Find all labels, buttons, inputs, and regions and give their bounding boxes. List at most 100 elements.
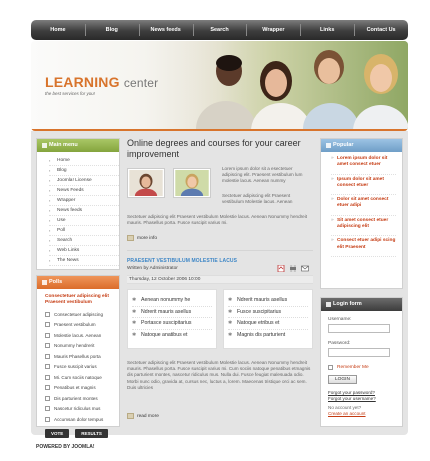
menu-item-web-links[interactable]: Web Links — [49, 246, 119, 256]
menu-item-use[interactable]: Use — [49, 216, 119, 226]
forgot-username-link[interactable]: Forgot your username? — [328, 396, 395, 402]
poll-checkbox[interactable] — [45, 311, 50, 317]
password-label: Password: — [328, 341, 351, 346]
divider — [127, 250, 313, 251]
create-account-link[interactable]: Create an account — [328, 411, 395, 417]
star-icon: ✱ — [228, 297, 233, 304]
poll-option-label: Praesent vestibulum — [54, 322, 96, 328]
login-button[interactable]: LOGIN — [328, 375, 357, 384]
results-button[interactable]: RESULTS — [75, 428, 108, 438]
poll-option[interactable]: Nonummy hendrerit — [37, 341, 119, 352]
pdf-icon[interactable] — [277, 265, 285, 272]
menu-item-news-feeds-2[interactable]: News feeds — [49, 206, 119, 216]
poll-option[interactable]: Mauris Phasellus porta — [37, 351, 119, 362]
print-icon[interactable] — [289, 265, 297, 272]
login-title: Login form — [321, 298, 402, 311]
feature-label: Magnis dis parturient — [237, 332, 286, 339]
site-logo[interactable]: LEARNING center the best services for yo… — [45, 74, 158, 96]
book-icon — [127, 413, 134, 419]
poll-checkbox[interactable] — [45, 364, 50, 370]
polls-box: Polls Consectetuer adipiscing elit Praes… — [36, 275, 120, 438]
feature-item: ✱ Fusce suscipitarius — [228, 307, 308, 318]
poll-option[interactable]: Praesent vestibulum — [37, 320, 119, 331]
poll-question: Consectetuer adipiscing elit Praesent ve… — [45, 294, 109, 305]
intro-image-1 — [127, 168, 165, 204]
poll-option-label: Mauris Phasellus porta — [54, 353, 101, 359]
page-headline: Online degrees and courses for your care… — [127, 138, 301, 159]
nav-search[interactable]: Search — [192, 20, 247, 40]
menu-item-wrapper[interactable]: Wrapper — [49, 196, 119, 206]
nav-news-feeds[interactable]: News feeds — [138, 20, 193, 40]
poll-option-label: Nascetur ridiculus mus — [54, 406, 101, 412]
star-icon: ✱ — [228, 332, 233, 339]
feature-item: ✱ Ndrerit mauris asellus — [132, 307, 212, 318]
remember-label: Remember Me — [337, 365, 369, 370]
intro-paragraph: Sectetuer adipiscing elit Praesent vesti… — [127, 214, 308, 226]
read-more-link[interactable]: read more — [127, 413, 159, 419]
popular-box: Popular Lorem ipsum dolor sit amet conse… — [320, 138, 403, 289]
poll-checkbox[interactable] — [45, 353, 50, 359]
more-info-link[interactable]: more info — [127, 235, 157, 241]
poll-checkbox[interactable] — [45, 343, 50, 349]
login-box: Login form Username: Password: Remember … — [320, 297, 403, 427]
star-icon: ✱ — [132, 332, 137, 339]
star-icon: ✱ — [228, 320, 233, 327]
popular-item[interactable]: Ipsum dolor sit amet consect etuer — [331, 177, 396, 196]
feature-item: ✱ Natoque etribus et — [228, 318, 308, 330]
more-info-label: more info — [137, 235, 157, 241]
feature-lists: ✱ Aenean nonummy he ✱ Ndrerit mauris asell… — [127, 289, 313, 349]
popular-item[interactable]: Dolor sit amet consect etuer adipi — [331, 197, 396, 216]
poll-option[interactable]: Fusce suscipit varius — [37, 362, 119, 373]
poll-option-label: Fusce suscipit varius — [54, 364, 97, 370]
nav-links[interactable]: Links — [300, 20, 354, 40]
menu-item-news-feeds[interactable]: News Feeds — [49, 186, 119, 196]
intro-text-2: Sectetuer adipiscing elit Praesent vesti… — [222, 193, 293, 205]
popular-item[interactable]: Lorem ipsum dolor sit amet consect etuer — [331, 156, 396, 175]
nav-wrapper[interactable]: Wrapper — [246, 20, 300, 40]
password-input[interactable] — [328, 348, 390, 357]
email-icon[interactable] — [301, 265, 309, 272]
poll-option[interactable]: Mi. Cum sociis natoque — [37, 372, 119, 383]
poll-checkbox[interactable] — [45, 374, 50, 380]
article-title[interactable]: PRAESENT VESTIBULUM MOLESTIE LACUS — [127, 258, 237, 264]
poll-option[interactable]: Accumsan dolor tempus — [37, 414, 119, 425]
poll-option[interactable]: Penatibus et magnis — [37, 383, 119, 394]
article-tools — [273, 265, 309, 272]
username-label: Username: — [328, 317, 352, 322]
article-date: Thursday, 12 October 2006 10:00 — [127, 275, 313, 284]
username-input[interactable] — [328, 324, 390, 333]
poll-option[interactable]: Dis parturient montes — [37, 393, 119, 404]
poll-checkbox[interactable] — [45, 395, 50, 401]
feature-item: ✱ Natoque anatibus et — [132, 330, 212, 342]
intro-image-2 — [173, 168, 211, 204]
menu-item-poll[interactable]: Poll — [49, 226, 119, 236]
feature-label: Aenean nonummy he — [141, 297, 191, 304]
nav-blog[interactable]: Blog — [84, 20, 139, 40]
vote-button[interactable]: VOTE — [45, 428, 70, 438]
poll-checkbox[interactable] — [45, 332, 50, 338]
poll-option[interactable]: Consectetuer adipiscing — [37, 309, 119, 320]
menu-item-license[interactable]: Joomla! License — [49, 176, 119, 186]
footer-credit[interactable]: POWERED BY JOOMLA! — [36, 444, 95, 450]
nav-contact-us[interactable]: Contact Us — [354, 20, 408, 40]
feature-label: Fusce suscipitarius — [237, 308, 282, 315]
poll-option[interactable]: Molestie lacus. Aenean — [37, 330, 119, 341]
popular-item[interactable]: Consect etuer adipi scing elit Praesent — [331, 238, 396, 257]
remember-checkbox[interactable] — [328, 365, 333, 370]
poll-option[interactable]: Nascetur ridiculus mus — [37, 404, 119, 415]
polls-title: Polls — [37, 276, 119, 289]
menu-item-home[interactable]: Home — [49, 156, 119, 166]
menu-item-the-news[interactable]: The News — [49, 256, 119, 266]
remember-me[interactable]: Remember Me — [328, 365, 395, 370]
feature-item: ✱ Portasce suscipitarius — [132, 318, 212, 330]
poll-checkbox[interactable] — [45, 406, 50, 412]
top-navigation: Home Blog News feeds Search Wrapper Link… — [31, 20, 408, 40]
menu-item-blog[interactable]: Blog — [49, 166, 119, 176]
nav-home[interactable]: Home — [31, 20, 85, 40]
feature-item: ✱ Aenean nonummy he — [132, 295, 212, 307]
poll-checkbox[interactable] — [45, 385, 50, 391]
poll-checkbox[interactable] — [45, 416, 50, 422]
menu-item-search[interactable]: Search — [49, 236, 119, 246]
poll-checkbox[interactable] — [45, 322, 50, 328]
popular-item[interactable]: Sit amet consect etuer adipiscing elit — [331, 218, 396, 237]
